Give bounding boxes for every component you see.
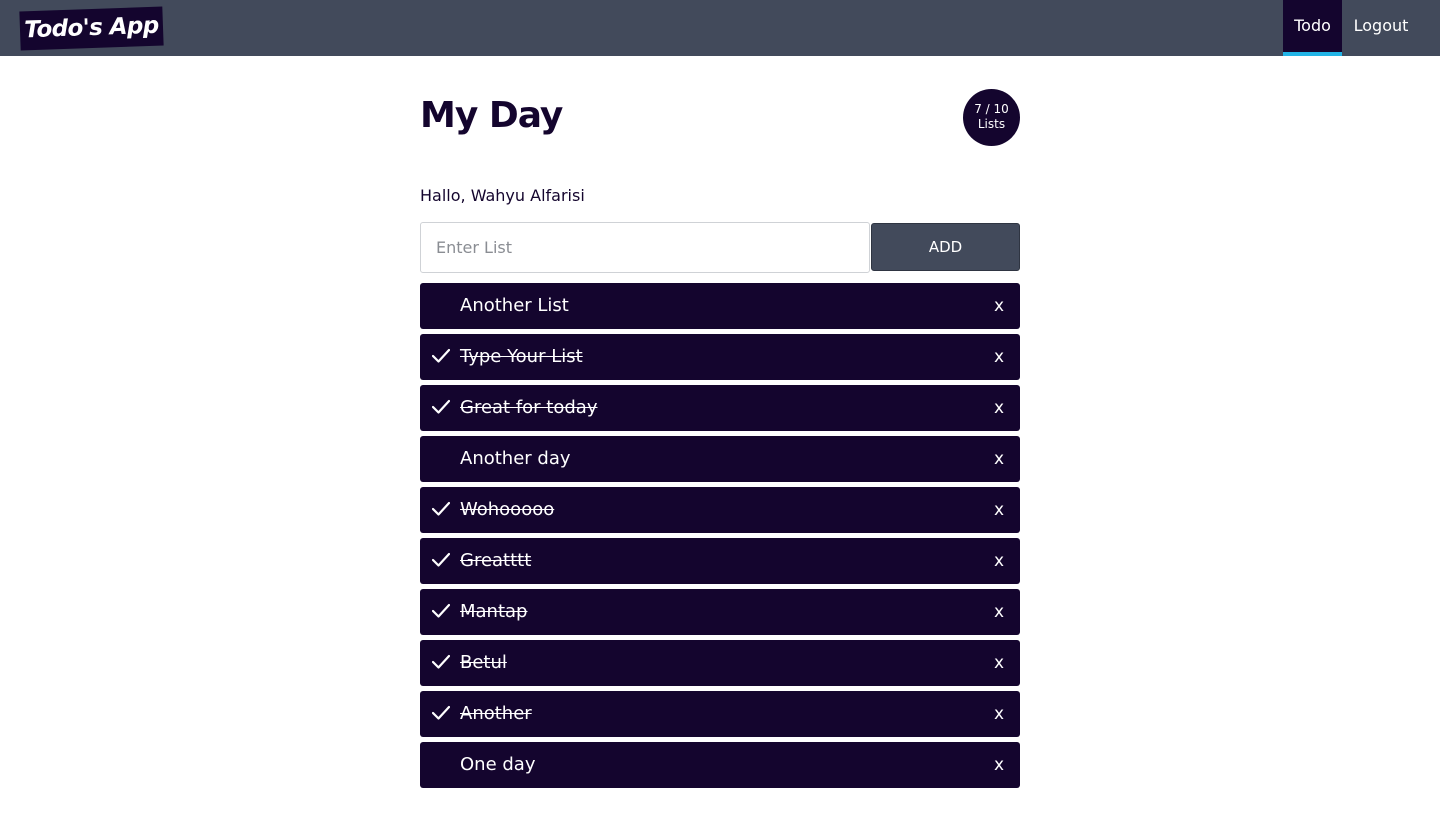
- delete-button[interactable]: x: [994, 742, 1004, 788]
- check-icon: [431, 347, 451, 365]
- todo-item[interactable]: Great for today x: [420, 385, 1020, 431]
- todo-item[interactable]: Wohooooo x: [420, 487, 1020, 533]
- todo-item[interactable]: Mantap x: [420, 589, 1020, 635]
- delete-button[interactable]: x: [994, 385, 1004, 431]
- todo-text: Betul: [460, 652, 507, 673]
- todo-item[interactable]: Greatttt x: [420, 538, 1020, 584]
- check-icon: [431, 500, 451, 518]
- todo-text: Mantap: [460, 601, 528, 622]
- greeting-text: Hallo, Wahyu Alfarisi: [420, 186, 585, 205]
- delete-button[interactable]: x: [994, 691, 1004, 737]
- todo-item[interactable]: Type Your List x: [420, 334, 1020, 380]
- todo-text: Wohooooo: [460, 499, 555, 520]
- todo-item[interactable]: Another day x: [420, 436, 1020, 482]
- check-icon: [431, 398, 451, 416]
- brand-logo[interactable]: Todo's App: [19, 6, 164, 51]
- check-icon: [431, 602, 451, 620]
- todo-item[interactable]: Betul x: [420, 640, 1020, 686]
- delete-button[interactable]: x: [994, 334, 1004, 380]
- todo-text: Another day: [460, 448, 571, 469]
- delete-button[interactable]: x: [994, 487, 1004, 533]
- enter-list-input[interactable]: [420, 222, 870, 273]
- delete-button[interactable]: x: [994, 283, 1004, 329]
- todo-item[interactable]: Another x: [420, 691, 1020, 737]
- todo-text: One day: [460, 754, 536, 775]
- check-icon: [431, 653, 451, 671]
- todo-item[interactable]: Another List x: [420, 283, 1020, 329]
- todo-text: Another List: [460, 295, 569, 316]
- nav-logout-link[interactable]: Logout: [1342, 0, 1420, 56]
- todo-text: Great for today: [460, 397, 598, 418]
- delete-button[interactable]: x: [994, 538, 1004, 584]
- nav-todo-link[interactable]: Todo: [1283, 0, 1342, 56]
- delete-button[interactable]: x: [994, 640, 1004, 686]
- check-icon: [431, 551, 451, 569]
- list-counter-badge: 7 / 10 Lists: [963, 89, 1020, 146]
- check-icon: [431, 704, 451, 722]
- todo-text: Greatttt: [460, 550, 532, 571]
- add-button[interactable]: ADD: [871, 223, 1020, 271]
- delete-button[interactable]: x: [994, 436, 1004, 482]
- counter-unit: Lists: [977, 117, 1006, 131]
- page-title: My Day: [420, 95, 563, 136]
- delete-button[interactable]: x: [994, 589, 1004, 635]
- todo-text: Another: [460, 703, 532, 724]
- todo-text: Type Your List: [460, 346, 583, 367]
- navbar: Todo's App Todo Logout: [0, 0, 1440, 56]
- todo-item[interactable]: One day x: [420, 742, 1020, 788]
- todo-list: Another List x Type Your List x Great for to…: [420, 283, 1020, 793]
- counter-fraction: 7 / 10: [974, 102, 1009, 116]
